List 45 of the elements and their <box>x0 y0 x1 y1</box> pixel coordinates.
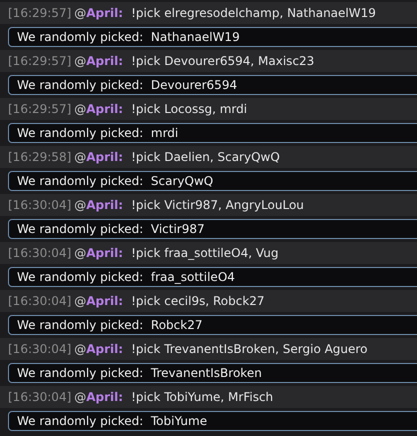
bot-reply: We randomly picked: Victir987 <box>8 219 417 239</box>
mention-sign: @ <box>74 198 86 212</box>
bot-reply: We randomly picked: NathanaelW19 <box>8 27 417 47</box>
timestamp: [16:29:57] <box>8 102 72 116</box>
timestamp: [16:29:57] <box>8 6 72 20</box>
message-text: !pick TobiYume, MrFisch <box>131 390 274 404</box>
username: April: <box>86 150 124 164</box>
bot-reply: We randomly picked: fraa_sottileO4 <box>8 267 417 287</box>
mention-sign: @ <box>74 390 86 404</box>
timestamp: [16:30:04] <box>8 246 72 260</box>
username: April: <box>86 102 124 116</box>
username: April: <box>86 342 124 356</box>
timestamp: [16:29:57] <box>8 54 72 68</box>
timestamp: [16:29:58] <box>8 150 72 164</box>
message-text: !pick Devourer6594, Maxisc23 <box>131 54 314 68</box>
bot-reply: We randomly picked: Devourer6594 <box>8 75 417 95</box>
message-text: !pick Daelien, ScaryQwQ <box>131 150 280 164</box>
timestamp: [16:30:04] <box>8 294 72 308</box>
bot-reply: We randomly picked: mrdi <box>8 123 417 143</box>
timestamp: [16:30:04] <box>8 198 72 212</box>
bot-reply: We randomly picked: Robck27 <box>8 315 417 335</box>
message-text: !pick Locossg, mrdi <box>131 102 248 116</box>
mention-sign: @ <box>74 6 86 20</box>
mention-sign: @ <box>74 102 86 116</box>
bot-reply: We randomly picked: TrevanentIsBroken <box>8 363 417 383</box>
mention-sign: @ <box>74 342 86 356</box>
message-text: !pick elregresodelchamp, NathanaelW19 <box>131 6 376 20</box>
mention-sign: @ <box>74 246 86 260</box>
username: April: <box>86 246 124 260</box>
username: April: <box>86 390 124 404</box>
bot-reply: We randomly picked: TobiYume <box>8 411 417 431</box>
mention-sign: @ <box>74 150 86 164</box>
message-text: !pick TrevanentIsBroken, Sergio Aguero <box>131 342 368 356</box>
message-text: !pick cecil9s, Robck27 <box>131 294 265 308</box>
username: April: <box>86 198 124 212</box>
mention-sign: @ <box>74 54 86 68</box>
username: April: <box>86 294 124 308</box>
bot-reply: We randomly picked: ScaryQwQ <box>8 171 417 191</box>
timestamp: [16:30:04] <box>8 390 72 404</box>
username: April: <box>86 54 124 68</box>
message-text: !pick Victir987, AngryLouLou <box>131 198 304 212</box>
timestamp: [16:30:04] <box>8 342 72 356</box>
mention-sign: @ <box>74 294 86 308</box>
username: April: <box>86 6 124 20</box>
message-text: !pick fraa_sottileO4, Vug <box>131 246 278 260</box>
